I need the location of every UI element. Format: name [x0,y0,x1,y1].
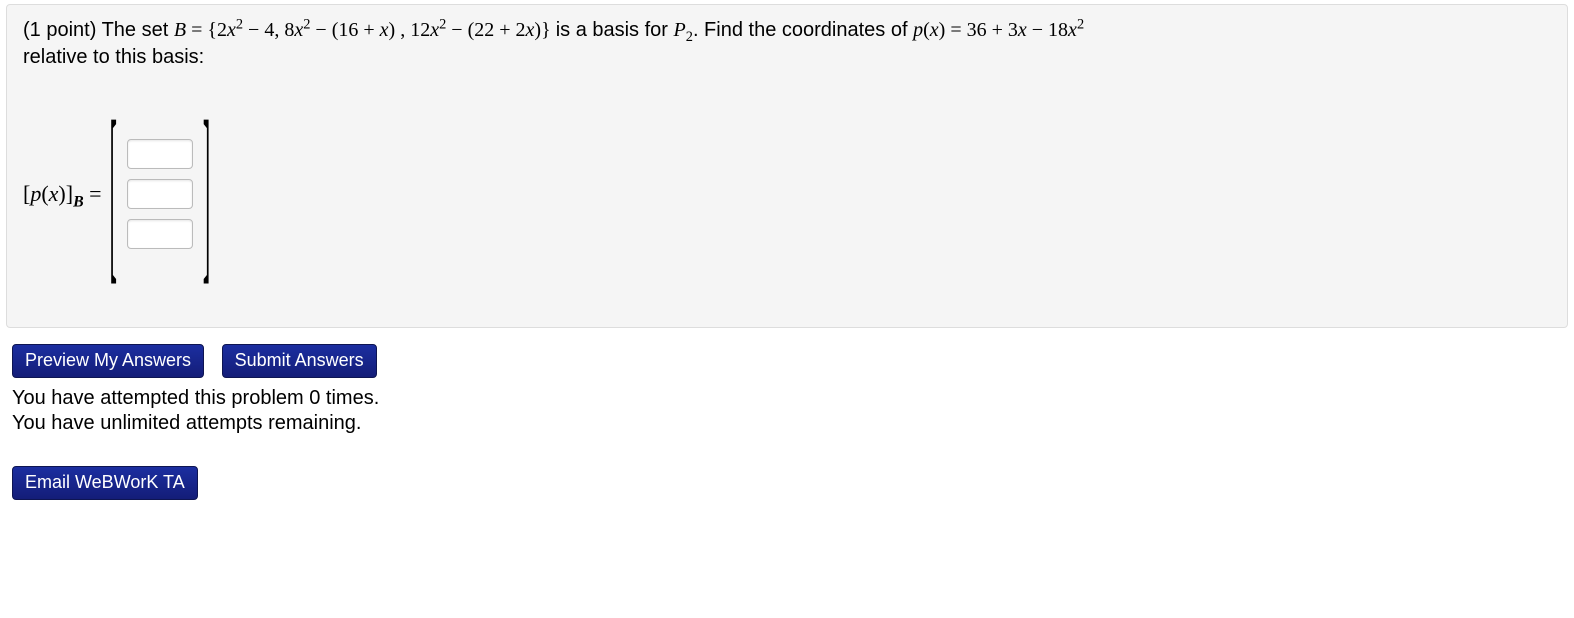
vector-inputs [119,139,201,249]
var-x: x [430,19,439,41]
var-x: x [227,19,236,41]
text-fragment: = { [186,19,217,41]
coef: 12 [410,19,430,41]
paren: ( [923,19,930,41]
sub-B: B [73,193,84,210]
question-text: (1 point) The set B = {2x2 − 4, 8x2 − (1… [23,17,1551,71]
p-func: p [30,181,41,206]
right-bracket: ] [201,89,212,299]
var-x: x [1018,19,1027,41]
text-fragment: − (22 + 2 [446,19,525,41]
points-label: (1 point) [23,19,102,41]
submit-answers-button[interactable]: Submit Answers [222,344,377,378]
text-fragment: The set [102,19,174,41]
bracket-close: ] [66,181,73,206]
basis-1: 2x2 − 4, [217,19,284,41]
attempts-line-2: You have unlimited attempts remaining. [12,411,1574,436]
preview-answers-button[interactable]: Preview My Answers [12,344,204,378]
email-ta-button[interactable]: Email WeBWorK TA [12,466,198,500]
coef: 8 [284,19,294,41]
space-P: P2 [674,19,693,41]
coord-1-input[interactable] [127,139,193,169]
text-fragment: } [541,19,556,41]
coord-2-input[interactable] [127,179,193,209]
paren: ( [41,181,48,206]
vector-label: [p(x)]B = [23,181,108,207]
var-x: x [380,19,389,41]
var-x: x [1068,19,1077,41]
eq-text: = 36 + 3 [945,19,1018,41]
attempt-status: You have attempted this problem 0 times.… [12,386,1574,436]
text-fragment: P [674,19,686,41]
math-B: B [174,19,186,41]
var-x: x [294,19,303,41]
coord-3-input[interactable] [127,219,193,249]
equals: = [84,181,102,206]
var-x: x [49,181,59,206]
text-fragment: ) , [389,19,411,41]
paren: ) [58,181,65,206]
text-fragment: − 4, [243,19,284,41]
p-func: p [913,19,923,41]
var-x: x [930,19,939,41]
text-fragment: relative to this basis: [23,46,204,68]
coordinate-vector: [p(x)]B = [ ] [23,89,1551,299]
left-bracket: [ [108,89,119,299]
basis-2: 8x2 − (16 + x) , [284,19,410,41]
exp-2: 2 [1077,16,1084,32]
coef: 2 [217,19,227,41]
text-fragment: − 18 [1027,19,1068,41]
text-fragment: − (16 + [310,19,379,41]
basis-3: 12x2 − (22 + 2x) [410,19,541,41]
problem-container: (1 point) The set B = {2x2 − 4, 8x2 − (1… [6,4,1568,328]
attempts-line-1: You have attempted this problem 0 times. [12,386,1574,411]
text-fragment: . Find the coordinates of [693,19,913,41]
text-fragment: is a basis for [556,19,674,41]
email-row: Email WeBWorK TA [12,466,1574,500]
sub-2: 2 [686,29,693,45]
exp-2: 2 [236,16,243,32]
button-row: Preview My Answers Submit Answers [12,344,1574,378]
